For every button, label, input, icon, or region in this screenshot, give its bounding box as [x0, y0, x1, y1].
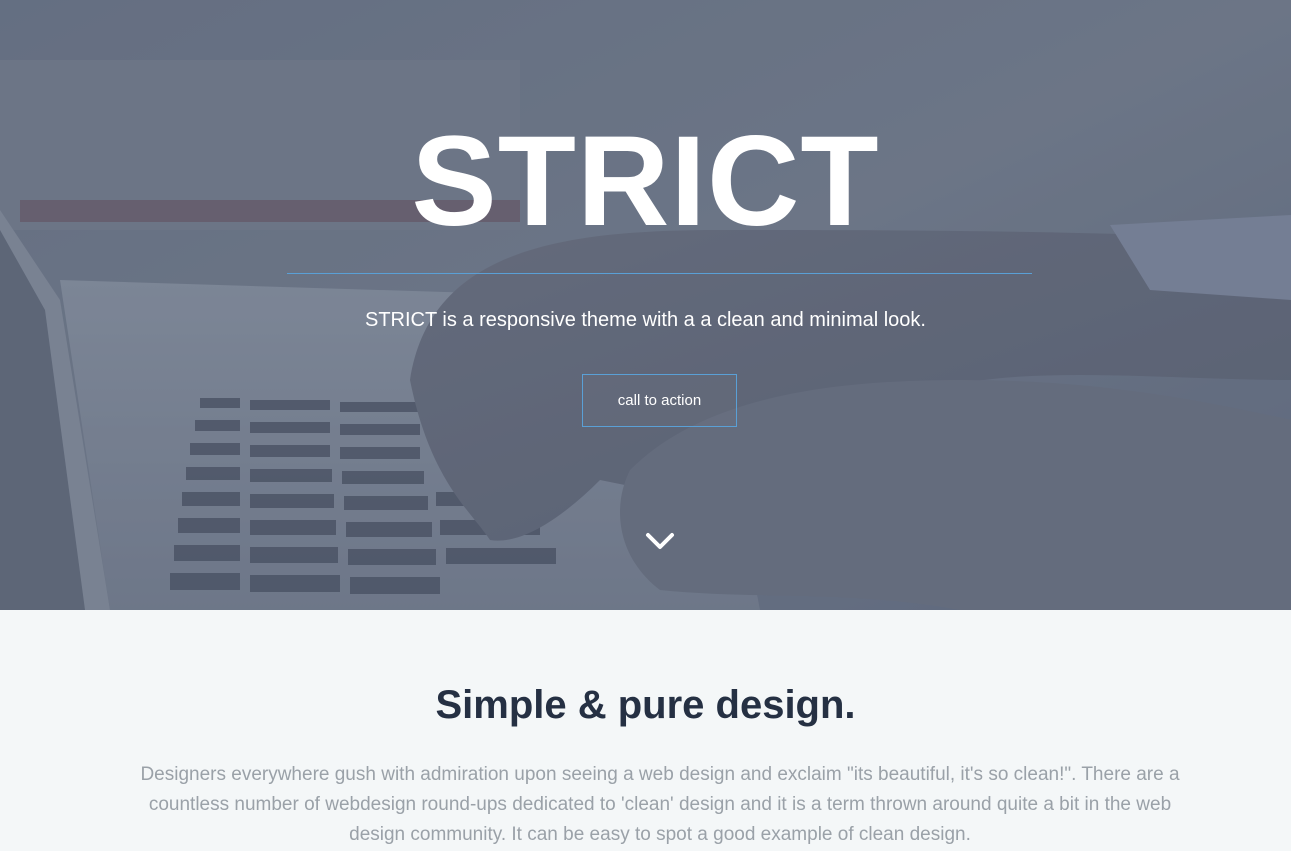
hero-tagline: STRICT is a responsive theme with a a cl…	[365, 309, 926, 331]
call-to-action-label: call to action	[617, 392, 702, 409]
intro-heading: Simple & pure design.	[435, 683, 856, 727]
intro-body-text: Designers everywhere gush with admiratio…	[140, 764, 1180, 845]
hero-divider	[287, 273, 1032, 274]
call-to-action-button[interactable]: call to action	[582, 374, 737, 427]
hero-overlay	[0, 0, 1291, 610]
chevron-down-icon[interactable]	[644, 530, 676, 552]
hero-title: STRICT	[411, 110, 880, 253]
hero-section: STRICT STRICT is a responsive theme with…	[0, 0, 1291, 610]
